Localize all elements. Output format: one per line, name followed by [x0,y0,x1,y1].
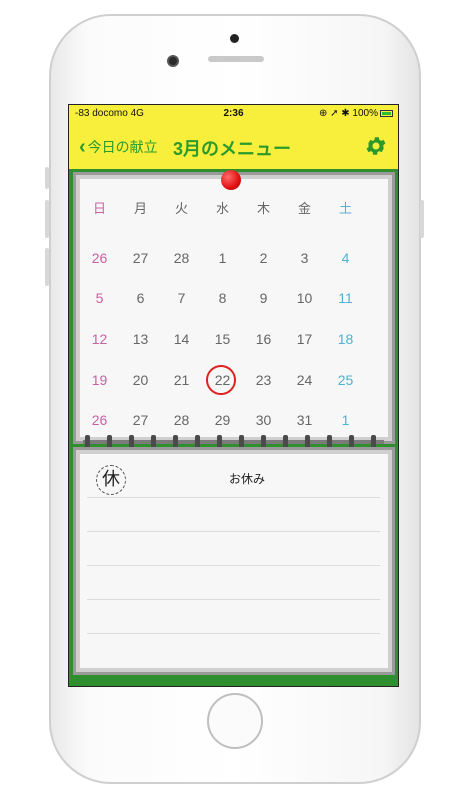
binder-ring [283,435,288,449]
week-row: 5 6 7 8 9 10 11 [79,278,390,319]
binder-rings [69,435,398,449]
weekday-header-row: 日 月 火 水 木 金 土 [79,197,390,238]
day-cell[interactable]: 6 [120,278,161,319]
volume-down-button [45,248,49,286]
weekday-fri: 金 [297,201,311,216]
day-cell[interactable]: 28 [161,238,202,279]
status-icons: ⊕ ➚ ✱ 100% [318,108,378,119]
mute-switch [45,167,49,189]
day-cell[interactable]: 19 [79,360,120,401]
weekday-sat: 土 [338,201,352,216]
day-cell[interactable]: 4 [325,238,366,279]
day-cell[interactable]: 7 [161,278,202,319]
day-cell[interactable]: 3 [284,238,325,279]
day-cell[interactable]: 12 [79,319,120,360]
week-row: 26 27 28 1 2 3 4 [79,238,390,279]
weekday-mon: 月 [133,201,147,216]
gear-icon[interactable] [364,134,388,158]
day-cell[interactable]: 27 [120,238,161,279]
binder-ring [349,435,354,449]
pushpin-icon [221,170,241,190]
day-cell[interactable]: 20 [120,360,161,401]
volume-up-button [45,200,49,238]
binder-ring [327,435,332,449]
chevron-left-icon: ‹ [79,136,86,158]
binder-ring [173,435,178,449]
day-cell[interactable]: 21 [161,360,202,401]
weekday-sun: 日 [92,201,106,216]
ruled-line [87,497,380,498]
day-cell[interactable]: 17 [284,319,325,360]
day-cell[interactable]: 1 [202,238,243,279]
binder-ring [239,435,244,449]
day-cell[interactable]: 14 [161,319,202,360]
binder-ring [107,435,112,449]
day-menu-label[interactable]: お休み [229,470,265,487]
binder-ring [261,435,266,449]
ruled-line [87,633,380,634]
today-ring [206,364,236,395]
day-cell[interactable]: 16 [243,319,284,360]
day-cell[interactable]: 11 [325,278,366,319]
day-cell[interactable]: 8 [202,278,243,319]
day-cell-today[interactable]: 22 [202,360,243,401]
weekday-thu: 木 [256,201,270,216]
binder-ring [217,435,222,449]
ruled-line [87,599,380,600]
binder-ring [305,435,310,449]
weekday-wed: 水 [215,201,229,216]
day-cell[interactable]: 5 [79,278,120,319]
day-cell[interactable]: 9 [243,278,284,319]
day-cell[interactable]: 23 [243,360,284,401]
battery-icon [380,110,393,117]
power-button [420,200,424,238]
binder-ring [85,435,90,449]
binder-ring [195,435,200,449]
ruled-line [87,531,380,532]
weekday-tue: 火 [174,201,188,216]
calendar-grid: 日 月 火 水 木 金 土 26 27 28 1 2 3 4 5 6 7 8 9… [79,197,390,441]
top-sensor [230,34,239,43]
day-cell[interactable]: 25 [325,360,366,401]
home-button[interactable] [207,693,263,749]
day-cell[interactable]: 26 [79,238,120,279]
binder-ring [151,435,156,449]
day-cell[interactable]: 24 [284,360,325,401]
ruled-line [87,565,380,566]
day-cell[interactable]: 2 [243,238,284,279]
back-button[interactable]: ‹ 今日の献立 [79,137,158,157]
earpiece-speaker [208,56,264,62]
day-cell[interactable]: 13 [120,319,161,360]
day-cell[interactable]: 15 [202,319,243,360]
binder-ring [129,435,134,449]
week-row: 19 20 21 22 23 24 25 [79,360,390,401]
status-bar: -83 docomo 4G 2:36 ⊕ ➚ ✱ 100% [69,105,398,123]
app-screen: -83 docomo 4G 2:36 ⊕ ➚ ✱ 100% ‹ 今日の献立 3月… [68,104,399,687]
week-row: 12 13 14 15 16 17 18 [79,319,390,360]
back-label: 今日の献立 [87,139,158,155]
navigation-bar: ‹ 今日の献立 3月のメニュー [69,123,398,169]
day-cell[interactable]: 10 [284,278,325,319]
holiday-badge-icon: 休 [96,465,126,495]
day-cell[interactable]: 18 [325,319,366,360]
binder-ring [371,435,376,449]
page-title: 3月のメニュー [173,139,292,159]
front-camera [167,55,179,67]
